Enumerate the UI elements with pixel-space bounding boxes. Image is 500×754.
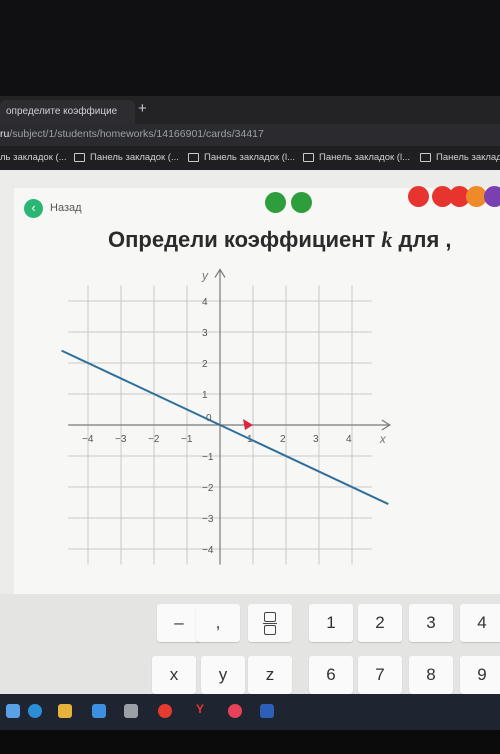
mail-icon[interactable] <box>92 704 106 718</box>
y-tick-label: −2 <box>202 483 214 494</box>
yandex-icon[interactable]: Y <box>196 702 210 716</box>
key-7[interactable]: 7 <box>358 656 402 694</box>
y-tick-label: −3 <box>202 514 214 525</box>
key-y[interactable]: y <box>201 656 245 694</box>
key-2[interactable]: 2 <box>358 604 402 642</box>
x-tick-label: −1 <box>181 434 193 445</box>
x-axis-label: x <box>379 432 387 446</box>
fraction-icon <box>263 611 277 635</box>
key-minus[interactable]: – <box>157 604 201 642</box>
y-tick-label: −4 <box>202 545 214 556</box>
x-tick-label: −3 <box>115 434 127 445</box>
y-axis-label: y <box>201 269 209 283</box>
screen-bezel <box>0 730 500 754</box>
key-x[interactable]: x <box>152 656 196 694</box>
x-tick-label: −2 <box>148 434 160 445</box>
edge-browser-icon[interactable] <box>28 704 42 718</box>
point-marker <box>243 419 253 430</box>
store-icon[interactable] <box>124 704 138 718</box>
y-tick-label: 3 <box>202 328 208 339</box>
key-fraction[interactable] <box>248 604 292 642</box>
file-explorer-icon[interactable] <box>58 704 72 718</box>
y-tick-label: 4 <box>202 297 208 308</box>
windows-taskbar: Y <box>0 694 500 730</box>
key-9[interactable]: 9 <box>460 656 500 694</box>
key-4[interactable]: 4 <box>460 604 500 642</box>
key-comma[interactable]: , <box>196 604 240 642</box>
function-line <box>61 349 389 505</box>
windows-start-icon[interactable] <box>6 704 20 718</box>
key-3[interactable]: 3 <box>409 604 453 642</box>
x-tick-label: 2 <box>280 434 286 445</box>
key-z[interactable]: z <box>248 656 292 694</box>
x-tick-label: 4 <box>346 434 352 445</box>
word-icon[interactable] <box>260 704 274 718</box>
x-tick-label: −4 <box>82 434 94 445</box>
y-tick-label: 1 <box>202 390 208 401</box>
key-1[interactable]: 1 <box>309 604 353 642</box>
key-6[interactable]: 6 <box>309 656 353 694</box>
key-8[interactable]: 8 <box>409 656 453 694</box>
opera-icon[interactable] <box>158 704 172 718</box>
y-tick-label: −1 <box>202 452 214 463</box>
math-keypad: – , 1 2 3 4 x y z 6 7 8 9 <box>0 594 500 694</box>
y-tick-label: 2 <box>202 359 208 370</box>
app-icon[interactable] <box>228 704 242 718</box>
x-tick-label: 3 <box>313 434 319 445</box>
